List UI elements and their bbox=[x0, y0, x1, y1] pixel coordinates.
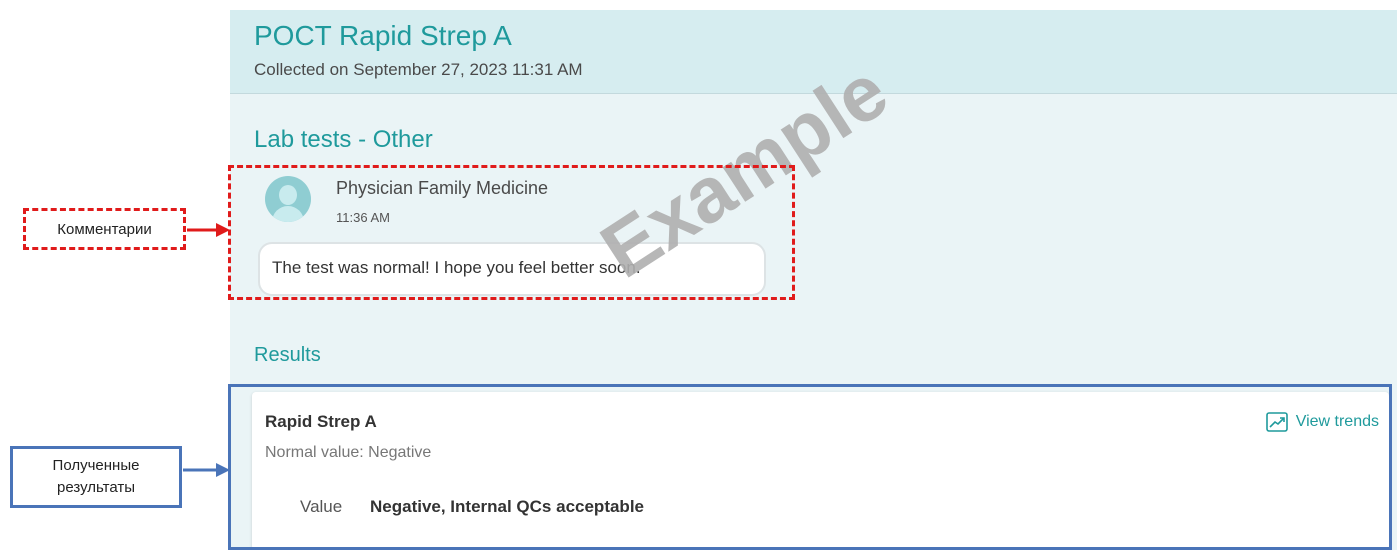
comments-section-title: Lab tests - Other bbox=[254, 126, 433, 153]
collected-date: Collected on September 27, 2023 11:31 AM bbox=[254, 60, 583, 79]
results-section-title: Results bbox=[254, 344, 321, 366]
results-arrow-icon bbox=[183, 463, 230, 477]
comments-annotation-label: Комментарии bbox=[23, 208, 186, 250]
results-annotation-label: Полученные результаты bbox=[10, 446, 182, 508]
page-title: POCT Rapid Strep A bbox=[254, 20, 512, 51]
comments-arrow-icon bbox=[187, 223, 230, 237]
comments-highlight-box bbox=[228, 165, 795, 300]
results-highlight-box bbox=[228, 384, 1392, 550]
